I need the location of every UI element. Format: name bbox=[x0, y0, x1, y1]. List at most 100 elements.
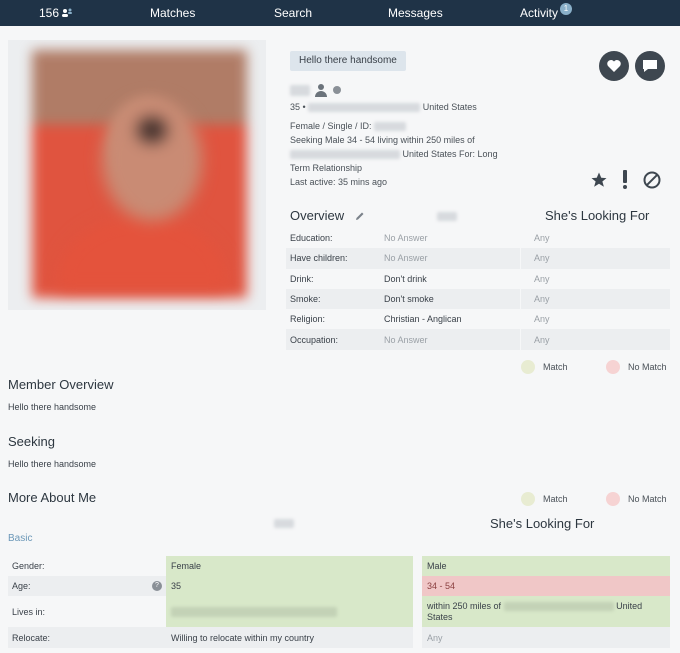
help-icon[interactable]: ? bbox=[152, 581, 162, 591]
relocate-label: Relocate: bbox=[8, 627, 166, 648]
overview-row-label: Occupation: bbox=[290, 334, 339, 345]
more-looking-title: She's Looking For bbox=[490, 516, 595, 531]
profile-tagline: Hello there handsome bbox=[290, 51, 406, 71]
overview-row-value: Christian - Anglican bbox=[384, 314, 462, 325]
lives-row: Lives in: within 250 miles of United Sta… bbox=[8, 596, 670, 627]
member-overview-text: Hello there handsome bbox=[8, 402, 97, 412]
overview-row-label: Drink: bbox=[290, 273, 314, 284]
profile-seeking-line: Seeking Male 34 - 54 living within 250 m… bbox=[290, 135, 475, 145]
profile-term-line: Term Relationship bbox=[290, 163, 363, 173]
age-location-line: 35 • United States bbox=[290, 102, 477, 113]
block-icon[interactable] bbox=[643, 171, 661, 189]
activity-badge: 1 bbox=[560, 3, 573, 15]
star-icon[interactable] bbox=[590, 171, 608, 189]
relocate-row: Relocate: Willing to relocate within my … bbox=[8, 627, 670, 648]
separator: • bbox=[302, 102, 306, 112]
nav-search-label: Search bbox=[274, 6, 313, 20]
lives-theirs-prefix: within 250 miles of bbox=[427, 601, 502, 611]
profile-country: United States bbox=[422, 102, 477, 112]
nav-activity[interactable]: Activity 1 bbox=[520, 3, 573, 20]
overview-looking-title: She's Looking For bbox=[545, 208, 650, 223]
nav-messages-label: Messages bbox=[388, 6, 443, 20]
lives-label: Lives in: bbox=[12, 606, 46, 617]
age-label: Age: bbox=[12, 581, 31, 591]
relocate-theirs: Any bbox=[422, 627, 670, 648]
overview-row-value: No Answer bbox=[384, 233, 428, 244]
legend-match: Match bbox=[521, 360, 568, 374]
lives-theirs: within 250 miles of United States bbox=[422, 596, 670, 627]
overview-title: Overview bbox=[290, 208, 345, 223]
match-swatch bbox=[521, 360, 535, 374]
users-icon bbox=[62, 8, 73, 17]
nav-matches[interactable]: Matches bbox=[150, 6, 195, 20]
gender-theirs: Male bbox=[422, 556, 670, 576]
age-row: Age: ? 35 34 - 54 bbox=[8, 576, 670, 596]
nav-count-label: 156 bbox=[39, 6, 60, 20]
seeking-city-redacted bbox=[290, 150, 400, 160]
profile-seeking-location-line: United States For: Long bbox=[290, 149, 498, 160]
age-label-cell: Age: ? bbox=[8, 576, 166, 596]
overview-row: Smoke: Don't smoke Any bbox=[286, 288, 670, 310]
lives-mine-redacted bbox=[171, 606, 337, 617]
overview-row-value: No Answer bbox=[384, 253, 428, 264]
report-icon[interactable] bbox=[621, 170, 629, 189]
overview-row-any: Any bbox=[534, 334, 550, 345]
message-button[interactable] bbox=[635, 51, 665, 81]
nav-count[interactable]: 156 bbox=[39, 6, 73, 20]
city-redacted bbox=[308, 103, 421, 113]
profile-age: 35 bbox=[290, 102, 301, 112]
age-theirs: 34 - 54 bbox=[422, 576, 670, 596]
more-about-title: More About Me bbox=[8, 490, 97, 505]
nomatch-swatch-2 bbox=[606, 492, 620, 506]
relocate-mine: Willing to relocate within my country bbox=[166, 627, 413, 648]
gender-status-text: Female / Single / ID: bbox=[290, 121, 372, 131]
match-swatch-2 bbox=[521, 492, 535, 506]
legend-nomatch-label: No Match bbox=[628, 362, 667, 372]
overview-avatar-redacted bbox=[437, 212, 457, 221]
pencil-icon[interactable] bbox=[355, 211, 365, 221]
overview-row-any: Any bbox=[534, 253, 550, 264]
favorite-button[interactable] bbox=[599, 51, 629, 81]
legend-match-2: Match bbox=[521, 492, 568, 506]
overview-row-any: Any bbox=[534, 294, 550, 305]
nav-activity-label: Activity bbox=[520, 6, 559, 20]
seeking-text: Hello there handsome bbox=[8, 459, 97, 469]
photo-blur-subject bbox=[42, 60, 242, 290]
overview-row-value: No Answer bbox=[384, 334, 428, 345]
overview-row: Occupation: No Answer Any bbox=[286, 329, 670, 350]
overview-row-label: Smoke: bbox=[290, 294, 321, 305]
legend-match-label-2: Match bbox=[543, 494, 568, 504]
overview-row-value: Don't drink bbox=[384, 273, 427, 284]
profile-gender-line: Female / Single / ID: bbox=[290, 121, 407, 132]
overview-row: Drink: Don't drink Any bbox=[286, 268, 670, 289]
legend-nomatch: No Match bbox=[606, 360, 667, 374]
gender-label: Gender: bbox=[12, 561, 45, 571]
nav-messages[interactable]: Messages bbox=[388, 6, 443, 20]
legend-match-label: Match bbox=[543, 362, 568, 372]
gender-mine: Female bbox=[166, 556, 413, 576]
profile-id-redacted bbox=[374, 122, 407, 132]
basic-section-label: Basic bbox=[8, 533, 33, 544]
overview-row-value: Don't smoke bbox=[384, 294, 434, 305]
more-avatar-redacted bbox=[274, 519, 294, 528]
overview-row-any: Any bbox=[534, 314, 550, 325]
online-status-dot bbox=[333, 86, 341, 94]
gender-row: Gender: Female Male bbox=[8, 556, 670, 576]
seeking-title: Seeking bbox=[8, 434, 55, 449]
legend-nomatch-2: No Match bbox=[606, 492, 667, 506]
overview-row-label: Education: bbox=[290, 233, 333, 244]
overview-table: Education: No Answer Any Have children: No A… bbox=[286, 228, 670, 350]
overview-row: Religion: Christian - Anglican Any bbox=[286, 309, 670, 330]
seeking-country-text: United States For: Long bbox=[402, 149, 498, 159]
profile-photo[interactable] bbox=[8, 40, 266, 310]
user-icon bbox=[315, 84, 327, 97]
lives-mine bbox=[166, 596, 413, 627]
nav-search[interactable]: Search bbox=[274, 6, 312, 20]
member-overview-title: Member Overview bbox=[8, 377, 114, 392]
overview-row-label: Have children: bbox=[290, 253, 348, 264]
legend-nomatch-label-2: No Match bbox=[628, 494, 667, 504]
last-active: Last active: 35 mins ago bbox=[290, 177, 388, 187]
age-mine: 35 bbox=[166, 576, 413, 596]
chat-bubble-icon bbox=[643, 59, 657, 72]
nomatch-swatch bbox=[606, 360, 620, 374]
